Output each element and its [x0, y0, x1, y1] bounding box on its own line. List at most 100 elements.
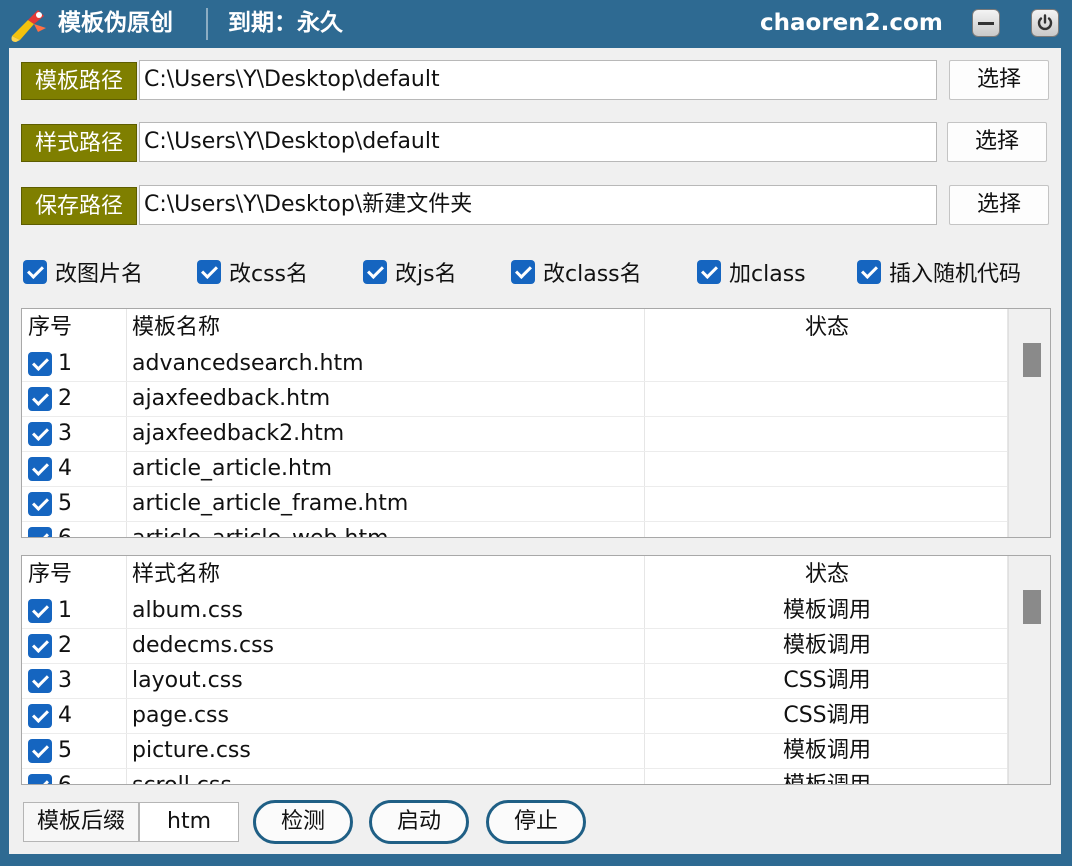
option-add-class[interactable]: 加class [697, 256, 806, 288]
template-suffix-label: 模板后缀 [23, 802, 139, 842]
save-path-input[interactable]: C:\Users\Y\Desktop\新建文件夹 [139, 185, 937, 225]
row-number: 6 [58, 522, 72, 537]
checkbox-checked-icon[interactable] [28, 739, 52, 763]
row-status: 模板调用 [782, 633, 871, 658]
checkbox-checked-icon[interactable] [857, 260, 881, 284]
checkbox-checked-icon[interactable] [28, 492, 52, 516]
header-number[interactable]: 序号 [28, 556, 72, 594]
row-name: ajaxfeedback2.htm [132, 421, 345, 446]
row-name: article_article.htm [132, 456, 333, 481]
header-number[interactable]: 序号 [28, 309, 72, 347]
row-number: 5 [58, 738, 72, 763]
row-status: 模板调用 [782, 598, 871, 623]
title-bar[interactable]: 模板伪原创 到期：永久 chaoren2.com [0, 0, 1072, 48]
header-status[interactable]: 状态 [646, 556, 1008, 594]
template-table-scrollbar[interactable] [1008, 309, 1050, 537]
checkbox-checked-icon[interactable] [28, 669, 52, 693]
save-path-choose-button[interactable]: 选择 [949, 185, 1049, 225]
row-name: page.css [132, 703, 229, 728]
style-table-scrollbar[interactable] [1008, 556, 1050, 784]
option-label: 改class名 [543, 262, 642, 287]
row-status: 模板调用 [646, 769, 1008, 784]
main-panel: 模板路径 C:\Users\Y\Desktop\default 选择 样式路径 … [9, 48, 1061, 854]
minimize-icon[interactable] [972, 9, 1000, 37]
option-label: 改css名 [229, 262, 309, 287]
stop-button[interactable]: 停止 [486, 800, 586, 844]
table-row[interactable]: 3 layout.css CSS调用 [22, 664, 1007, 699]
template-path-choose-button[interactable]: 选择 [949, 60, 1049, 100]
table-row[interactable]: 2 ajaxfeedback.htm [22, 382, 1007, 417]
table-row[interactable]: 2 dedecms.css 模板调用 [22, 629, 1007, 664]
header-status[interactable]: 状态 [646, 309, 1008, 347]
template-path-row: 模板路径 C:\Users\Y\Desktop\default 选择 [21, 60, 1051, 102]
option-insert-random-code[interactable]: 插入随机代码 [857, 256, 1021, 288]
header-template-name[interactable]: 模板名称 [132, 309, 220, 347]
template-suffix-input[interactable]: htm [139, 802, 239, 842]
table-row[interactable]: 1 album.css 模板调用 [22, 594, 1007, 629]
table-row[interactable]: 5 article_article_frame.htm [22, 487, 1007, 522]
checkbox-checked-icon[interactable] [511, 260, 535, 284]
checkbox-checked-icon[interactable] [23, 260, 47, 284]
checkbox-checked-icon[interactable] [28, 599, 52, 623]
style-path-row: 样式路径 C:\Users\Y\Desktop\default 选择 [21, 122, 1051, 164]
scrollbar-thumb[interactable] [1023, 590, 1041, 624]
option-rename-css[interactable]: 改css名 [197, 256, 308, 288]
table-row[interactable]: 1 advancedsearch.htm [22, 347, 1007, 382]
scrollbar-thumb[interactable] [1023, 343, 1041, 377]
save-path-row: 保存路径 C:\Users\Y\Desktop\新建文件夹 选择 [21, 185, 1051, 227]
app-title: 模板伪原创 [58, 10, 173, 36]
expiry-text: 到期：永久 [228, 10, 343, 36]
style-path-input[interactable]: C:\Users\Y\Desktop\default [139, 122, 937, 162]
start-button[interactable]: 启动 [369, 800, 469, 844]
table-header: 序号 样式名称 状态 [22, 556, 1007, 594]
template-table[interactable]: 序号 模板名称 状态 1 advancedsearch.htm 2 ajaxfe… [21, 308, 1051, 538]
power-icon[interactable] [1031, 9, 1059, 37]
option-rename-class[interactable]: 改class名 [511, 256, 642, 288]
table-row[interactable]: 3 ajaxfeedback2.htm [22, 417, 1007, 452]
row-name: article_article_frame.htm [132, 491, 409, 516]
table-row[interactable]: 4 article_article.htm [22, 452, 1007, 487]
header-style-name[interactable]: 样式名称 [132, 556, 220, 594]
row-name: layout.css [132, 668, 243, 693]
style-table[interactable]: 序号 样式名称 状态 1 album.css 模板调用 2 dedecms.cs… [21, 555, 1051, 785]
row-number: 2 [58, 633, 72, 658]
checkbox-checked-icon[interactable] [28, 422, 52, 446]
checkbox-checked-icon[interactable] [28, 704, 52, 728]
table-row[interactable]: 4 page.css CSS调用 [22, 699, 1007, 734]
row-name: picture.css [132, 738, 251, 763]
row-status: CSS调用 [783, 668, 871, 693]
table-row[interactable]: 6 article_article_web.htm [22, 522, 1007, 537]
checkbox-checked-icon[interactable] [28, 387, 52, 411]
checkbox-checked-icon[interactable] [28, 527, 52, 537]
detect-button[interactable]: 检测 [253, 800, 353, 844]
options-row: 改图片名 改css名 改js名 改class名 加class 插入随机代码 [21, 256, 1051, 288]
template-path-input[interactable]: C:\Users\Y\Desktop\default [139, 60, 937, 100]
option-rename-js[interactable]: 改js名 [363, 256, 457, 288]
save-path-label: 保存路径 [21, 187, 137, 225]
checkbox-checked-icon[interactable] [28, 634, 52, 658]
checkbox-checked-icon[interactable] [28, 352, 52, 376]
checkbox-checked-icon[interactable] [363, 260, 387, 284]
row-name: article_article_web.htm [132, 522, 389, 537]
table-row[interactable]: 5 picture.css 模板调用 [22, 734, 1007, 769]
option-label: 加class [729, 262, 806, 287]
row-number: 1 [58, 598, 72, 623]
option-label: 改图片名 [55, 262, 144, 287]
checkbox-checked-icon[interactable] [28, 457, 52, 481]
table-row[interactable]: 6 scroll.css 模板调用 [22, 769, 1008, 784]
checkbox-checked-icon[interactable] [697, 260, 721, 284]
option-label: 改js名 [395, 262, 457, 287]
template-path-label: 模板路径 [21, 62, 137, 100]
title-divider [206, 8, 208, 40]
site-link[interactable]: chaoren2.com [760, 8, 943, 38]
row-status: CSS调用 [783, 703, 871, 728]
app-window: 模板伪原创 到期：永久 chaoren2.com 模板路径 C:\Users\Y… [0, 0, 1072, 866]
row-number: 1 [58, 351, 72, 376]
checkbox-checked-icon[interactable] [197, 260, 221, 284]
style-path-choose-button[interactable]: 选择 [947, 122, 1047, 162]
checkbox-checked-icon[interactable] [28, 774, 52, 784]
row-name: album.css [132, 598, 243, 623]
row-number: 4 [58, 703, 72, 728]
row-name: advancedsearch.htm [132, 351, 364, 376]
option-rename-images[interactable]: 改图片名 [23, 256, 143, 288]
